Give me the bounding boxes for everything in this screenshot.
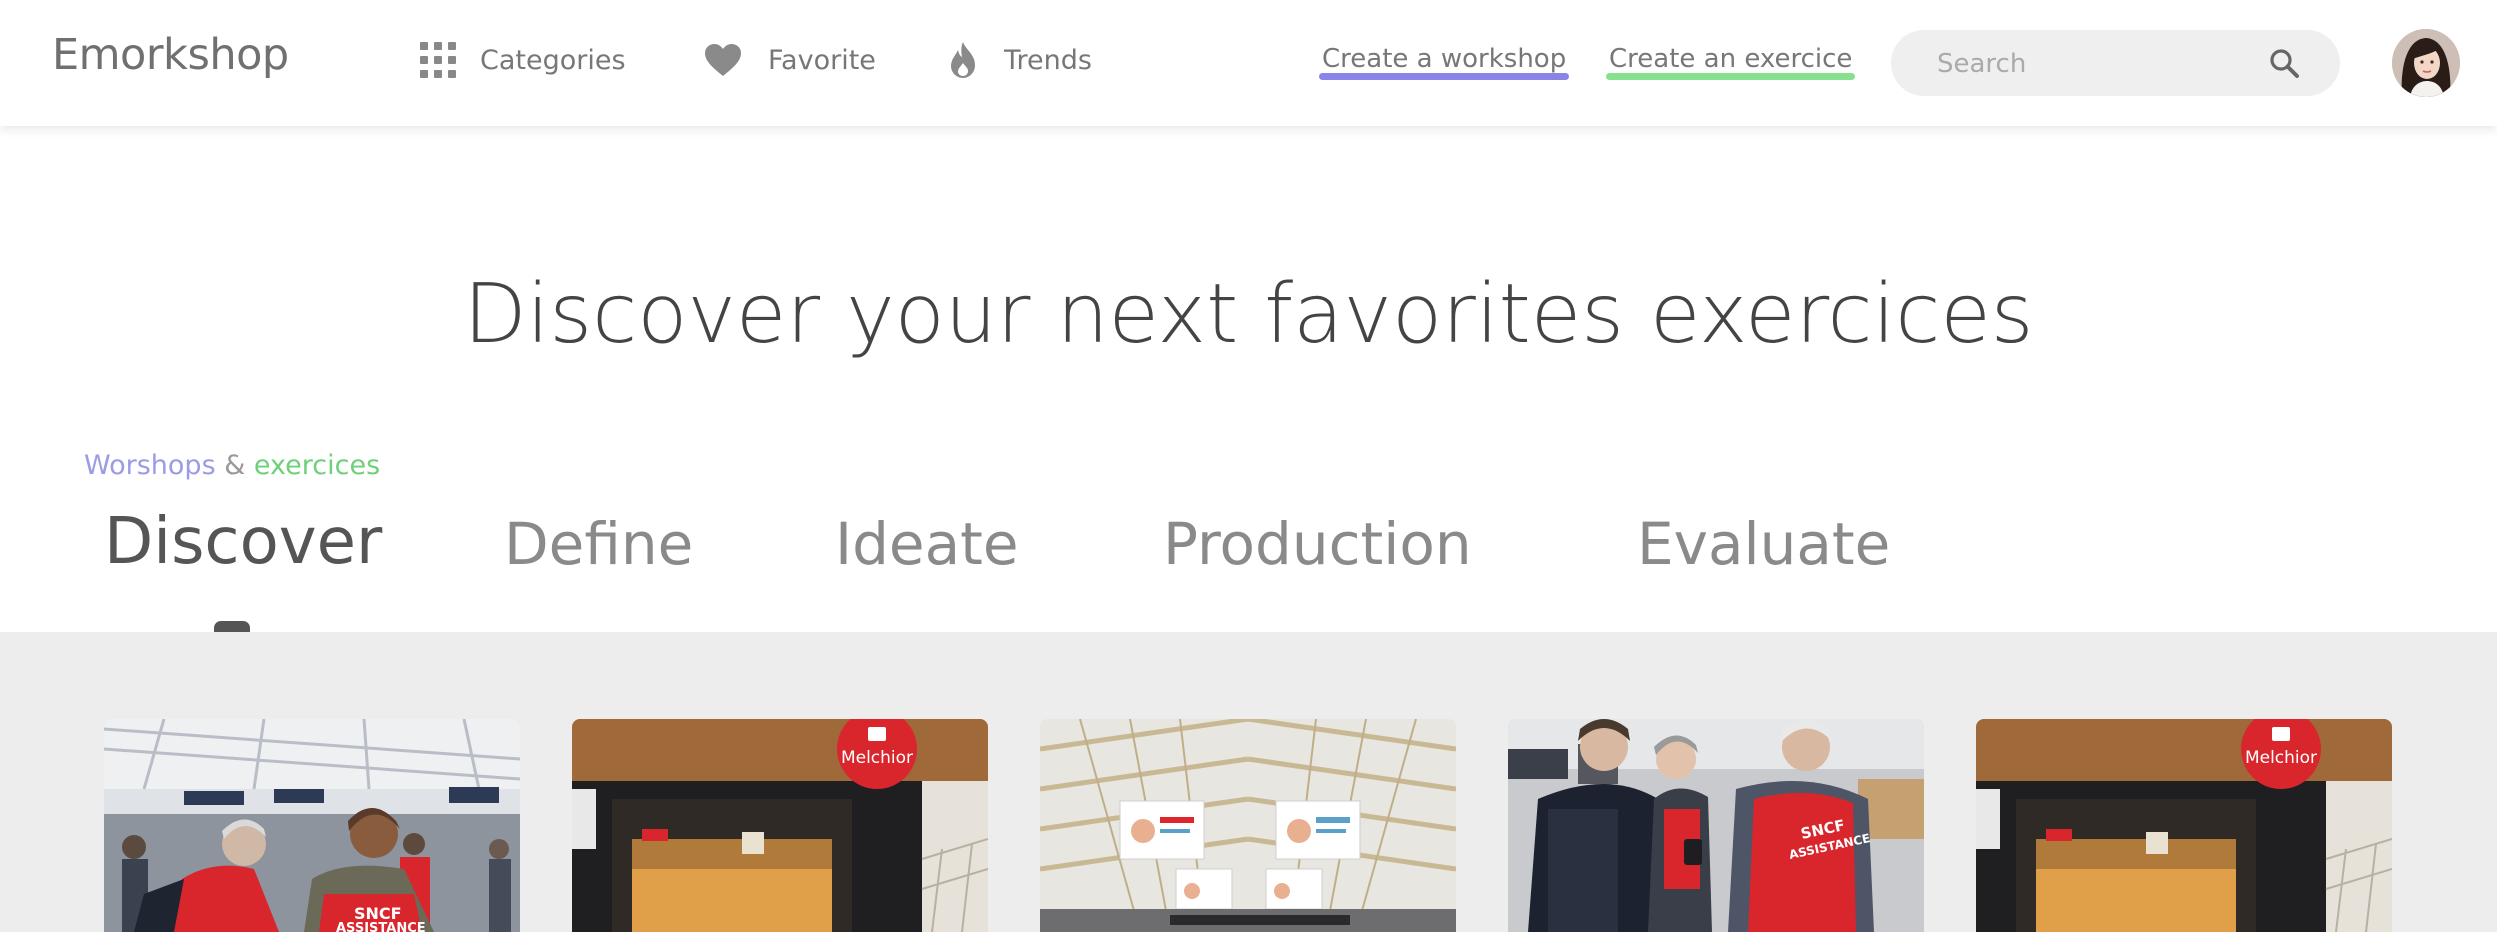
exercise-card[interactable]: Melchior (1976, 719, 2392, 932)
kicker-exercices: exercices (253, 450, 381, 481)
flame-icon (951, 42, 975, 78)
tab-production[interactable]: Production (1163, 510, 1472, 578)
create-exercice-underline (1606, 73, 1856, 80)
search-input[interactable] (1935, 30, 2259, 98)
tab-evaluate[interactable]: Evaluate (1637, 510, 1890, 578)
kicker-amp: & (224, 450, 246, 481)
svg-text:ASSISTANCE: ASSISTANCE (336, 921, 426, 932)
top-navbar: Emorkshop Categories Favorite Trends Cre… (0, 0, 2497, 126)
exercise-card[interactable] (1040, 719, 1456, 932)
exercise-card[interactable]: Melchior (572, 719, 988, 932)
card-image: Melchior (1976, 719, 2392, 932)
nav-categories[interactable]: Categories (420, 36, 626, 84)
tab-ideate[interactable]: Ideate (835, 510, 1019, 578)
search-bar (1891, 30, 2340, 98)
create-exercice-link[interactable]: Create an exercice (1606, 44, 1856, 80)
nav-trends-label: Trends (1004, 44, 1092, 76)
nav-trends[interactable]: Trends (948, 36, 1092, 84)
card-image (1040, 719, 1456, 932)
create-workshop-label: Create a workshop (1322, 44, 1567, 74)
app-logo[interactable]: Emorkshop (52, 30, 289, 80)
exercise-card[interactable]: SNCF ASSISTANCE (1508, 719, 1924, 932)
tab-define[interactable]: Define (504, 510, 693, 578)
card-image: SNCF ASSISTANCE (104, 719, 520, 932)
tab-discover[interactable]: Discover (104, 505, 382, 579)
section-kicker: Worshops & exercices (84, 450, 380, 481)
melchior-logo-text: Melchior (2245, 748, 2317, 768)
melchior-logo-text: Melchior (841, 748, 913, 768)
avatar[interactable] (2392, 29, 2460, 97)
kicker-workshops: Worshops (84, 450, 216, 481)
nav-categories-label: Categories (480, 44, 626, 76)
card-image: Melchior (572, 719, 988, 932)
create-exercice-label: Create an exercice (1609, 44, 1853, 74)
search-icon[interactable] (2268, 47, 2300, 83)
card-image: SNCF ASSISTANCE (1508, 719, 1924, 932)
create-workshop-underline (1319, 73, 1570, 80)
exercise-card[interactable]: SNCF ASSISTANCE (104, 719, 520, 932)
nav-favorite-label: Favorite (768, 44, 876, 76)
grid-icon (420, 42, 456, 78)
heart-icon (705, 44, 741, 76)
create-workshop-link[interactable]: Create a workshop (1319, 44, 1570, 80)
nav-favorite[interactable]: Favorite (704, 36, 876, 84)
page-title: Discover your next favorites exercices (463, 267, 2034, 362)
